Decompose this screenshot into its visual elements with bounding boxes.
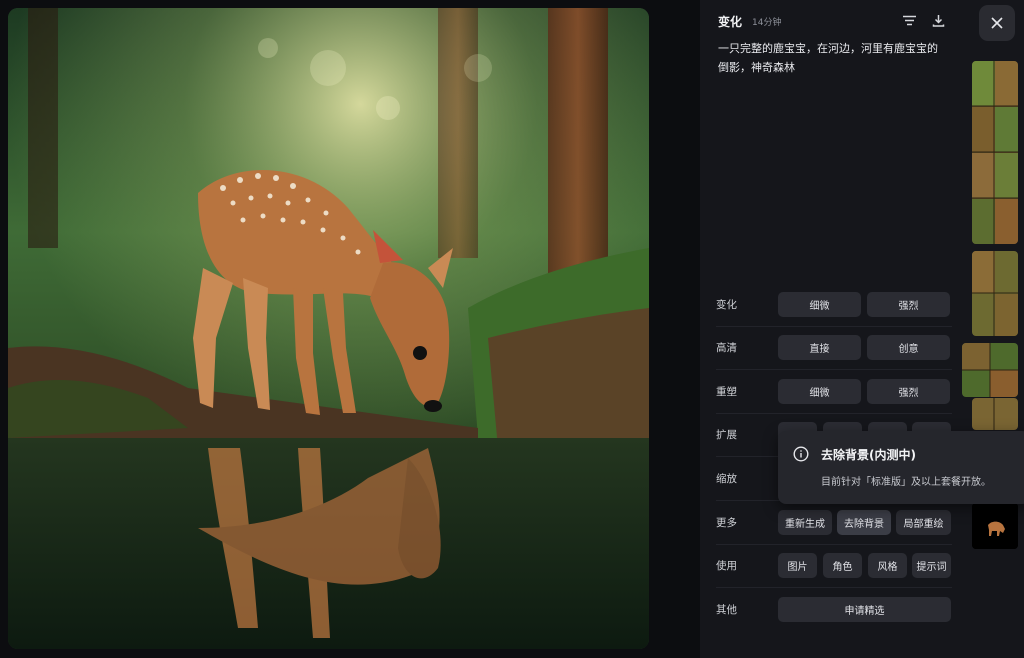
row-use: 使用 图片 角色 风格 提示词 bbox=[716, 545, 952, 588]
thumbnail-grid-3[interactable] bbox=[962, 343, 1018, 397]
control-panel: 变化 14分钟 一只完整的鹿宝宝，在河边，河里有鹿宝宝的 倒影，神奇森林 变化 … bbox=[700, 0, 968, 658]
filter-lines-icon[interactable] bbox=[901, 12, 917, 28]
use-character-button[interactable]: 角色 bbox=[823, 553, 862, 578]
panel-title: 变化 bbox=[718, 15, 743, 29]
inpaint-button[interactable]: 局部重绘 bbox=[896, 510, 951, 535]
row-label-reshape: 重塑 bbox=[716, 386, 737, 398]
reshape-subtle-button[interactable]: 细微 bbox=[778, 379, 861, 404]
remove-background-tooltip: 去除背景(内测中) 目前针对「标准版」及以上套餐开放。 bbox=[778, 431, 1024, 504]
apply-featured-button[interactable]: 申请精选 bbox=[778, 597, 951, 622]
row-label-more: 更多 bbox=[716, 517, 737, 529]
hd-direct-button[interactable]: 直接 bbox=[778, 335, 861, 360]
thumbnail-grid-2[interactable] bbox=[972, 251, 1018, 336]
prompt-text: 一只完整的鹿宝宝，在河边，河里有鹿宝宝的 倒影，神奇森林 bbox=[718, 39, 954, 77]
close-icon bbox=[991, 14, 1003, 33]
row-label-zoom: 缩放 bbox=[716, 473, 737, 485]
row-more: 更多 重新生成 去除背景 局部重绘 bbox=[716, 502, 952, 545]
row-label-hd: 高清 bbox=[716, 342, 737, 354]
row-other: 其他 申请精选 bbox=[716, 589, 952, 631]
elapsed-time: 14分钟 bbox=[752, 18, 782, 28]
row-label-variation: 变化 bbox=[716, 299, 737, 311]
hd-creative-button[interactable]: 创意 bbox=[867, 335, 950, 360]
use-prompt-button[interactable]: 提示词 bbox=[912, 553, 951, 578]
variation-subtle-button[interactable]: 细微 bbox=[778, 292, 861, 317]
row-label-other: 其他 bbox=[716, 604, 737, 616]
generated-image[interactable] bbox=[8, 8, 649, 649]
prompt-line-1: 一只完整的鹿宝宝，在河边，河里有鹿宝宝的 bbox=[718, 42, 938, 55]
variation-strong-button[interactable]: 强烈 bbox=[867, 292, 950, 317]
use-image-button[interactable]: 图片 bbox=[778, 553, 817, 578]
prompt-line-2: 倒影，神奇森林 bbox=[718, 61, 795, 74]
close-button[interactable] bbox=[979, 5, 1015, 41]
tooltip-title: 去除背景(内测中) bbox=[821, 448, 916, 462]
download-icon[interactable] bbox=[930, 12, 946, 28]
thumbnail-grid-4[interactable] bbox=[972, 398, 1018, 430]
thumbnail-grid-1[interactable] bbox=[972, 61, 1018, 244]
remove-background-button[interactable]: 去除背景 bbox=[837, 510, 891, 535]
row-label-use: 使用 bbox=[716, 560, 737, 572]
row-reshape: 重塑 细微 强烈 bbox=[716, 371, 952, 414]
reshape-strong-button[interactable]: 强烈 bbox=[867, 379, 950, 404]
thumbnail-cutout[interactable] bbox=[972, 503, 1018, 549]
regenerate-button[interactable]: 重新生成 bbox=[778, 510, 832, 535]
tooltip-description: 目前针对「标准版」及以上套餐开放。 bbox=[821, 477, 991, 488]
use-style-button[interactable]: 风格 bbox=[868, 553, 907, 578]
info-circle-icon bbox=[793, 446, 809, 462]
row-label-expand: 扩展 bbox=[716, 429, 737, 441]
row-variation: 变化 细微 强烈 bbox=[716, 284, 952, 327]
row-hd: 高清 直接 创意 bbox=[716, 327, 952, 370]
